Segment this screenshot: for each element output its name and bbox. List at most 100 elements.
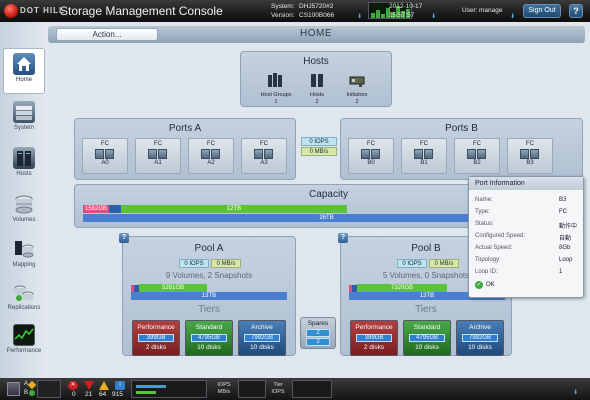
ports-a-panel[interactable]: Ports A FC A0 FC A1 FC A2 FC A3 <box>74 118 296 180</box>
port-name: A3 <box>260 160 268 166</box>
critical-count: 0 <box>72 391 76 398</box>
brand-logo: DOT HILL <box>20 6 65 15</box>
port-connector-icon <box>148 149 168 159</box>
pool-b-mbs: 0 MB/s <box>429 259 459 268</box>
ports-b-title: Ports B <box>445 123 478 134</box>
port-name: B1 <box>420 160 428 166</box>
pool-a-tier-archive[interactable]: Archive 7992GB 10 disks <box>238 320 286 356</box>
capacity-reserved-bar: 1582GB <box>83 205 109 213</box>
port-b3[interactable]: FC B3 <box>507 138 553 174</box>
sidebar-item-volumes[interactable]: Volumes <box>3 189 45 235</box>
warning-icon[interactable] <box>99 381 109 390</box>
port-connector-icon <box>201 149 221 159</box>
time-download-icon[interactable]: ⬇ <box>431 13 436 20</box>
status-bar: A B ✕ 0 21 64 i 915 IOPS MB/s Tier IOPS … <box>0 378 590 400</box>
port-connector-icon <box>95 149 115 159</box>
sidebar-item-system[interactable]: System <box>3 97 45 143</box>
critical-icon[interactable]: ✕ <box>68 381 78 390</box>
pool-a-help-icon[interactable]: ? <box>119 233 129 243</box>
tier-capacity: 399GB <box>356 334 392 342</box>
port-a3[interactable]: FC A3 <box>241 138 287 174</box>
action-button[interactable]: Action... <box>56 28 158 41</box>
pool-a-tier-performance[interactable]: Performance 399GB 2 disks <box>132 320 180 356</box>
mbs-label: MB/s <box>217 389 231 395</box>
status-download-icon[interactable]: ⬇ <box>573 389 578 396</box>
hosts-value: 2 <box>315 99 319 105</box>
port-type: FC <box>526 141 534 147</box>
ports-mbs: 0 MB/s <box>301 147 337 156</box>
pool-b-tier-archive[interactable]: Archive 7992GB 10 disks <box>456 320 504 356</box>
port-a1[interactable]: FC A1 <box>135 138 181 174</box>
help-button[interactable]: ? <box>569 4 583 18</box>
port-a2[interactable]: FC A2 <box>188 138 234 174</box>
sign-out-button[interactable]: Sign Out <box>523 4 561 18</box>
sidebar-item-label: System <box>13 125 34 131</box>
controller-a-warning-icon[interactable] <box>27 380 37 390</box>
pool-a-panel[interactable]: Pool A 0 IOPS 0 MB/s 9 Volumes, 2 Snapsh… <box>122 236 296 356</box>
port-info-status-ok: OK <box>486 282 495 288</box>
tier-iops-graph[interactable] <box>292 380 332 398</box>
port-info-label: Name: <box>475 197 493 203</box>
sidebar-item-replications[interactable]: Replications <box>3 277 45 323</box>
page-title: HOME <box>300 28 332 39</box>
version-label: Version: <box>271 12 295 19</box>
port-connector-icon <box>361 149 381 159</box>
port-a0[interactable]: FC A0 <box>82 138 128 174</box>
user-download-icon[interactable]: ⬇ <box>510 13 515 20</box>
port-info-value: FC <box>559 209 567 215</box>
port-type: FC <box>154 141 162 147</box>
hosts-panel[interactable]: Hosts Host Groups 1 Hosts 2 Initiators 2 <box>240 51 392 107</box>
spares-value-b: 2 <box>306 338 330 346</box>
port-connector-icon <box>414 149 434 159</box>
controller-b-ok-icon[interactable] <box>29 390 35 396</box>
system-download-icon[interactable]: ⬇ <box>357 13 362 20</box>
io-graph[interactable] <box>131 380 207 398</box>
user-value: manage <box>479 7 503 14</box>
port-b1[interactable]: FC B1 <box>401 138 447 174</box>
port-info-value: 動作中 <box>559 224 578 230</box>
warning-count: 64 <box>99 391 107 398</box>
system-icon <box>13 101 35 123</box>
port-name: B3 <box>526 160 534 166</box>
performance-icon <box>13 324 35 346</box>
enclosure-icon[interactable] <box>7 382 20 396</box>
sidebar-item-performance[interactable]: Performance <box>3 320 45 366</box>
spares-panel[interactable]: Spares 2 2 <box>300 317 336 349</box>
info-icon[interactable]: i <box>115 381 125 390</box>
port-name: A1 <box>154 160 162 166</box>
capacity-segment <box>109 205 121 213</box>
error-icon[interactable] <box>84 381 94 390</box>
port-name: A2 <box>207 160 215 166</box>
pool-b-tier-standard[interactable]: Standard 4795GB 10 disks <box>403 320 451 356</box>
sidebar-item-mapping[interactable]: Mapping <box>3 234 45 280</box>
pool-b-tier-performance[interactable]: Performance 399GB 2 disks <box>350 320 398 356</box>
sidebar-item-hosts[interactable]: Hosts <box>3 143 45 189</box>
port-type: FC <box>473 141 481 147</box>
port-connector-icon <box>467 149 487 159</box>
sidebar-item-home[interactable]: Home <box>3 48 45 94</box>
tier-disks: 10 disks <box>250 344 274 351</box>
tier-name: Standard <box>413 324 441 331</box>
date-text: 2012-10-17 <box>389 3 423 10</box>
version-value: CS100B066 <box>299 12 335 19</box>
tier-disks: 2 disks <box>363 344 385 351</box>
port-b0[interactable]: FC B0 <box>348 138 394 174</box>
pool-a-tier-standard[interactable]: Standard 4795GB 10 disks <box>185 320 233 356</box>
tier-disks: 10 disks <box>415 344 439 351</box>
port-info-value: Loop <box>559 257 573 263</box>
port-info-label: Type: <box>475 209 490 215</box>
system-value: DHJ5720#2 <box>299 3 334 10</box>
port-b2[interactable]: FC B2 <box>454 138 500 174</box>
info-count: 915 <box>112 391 123 398</box>
ports-b-panel[interactable]: Ports B FC B0 FC B1 FC B2 FC B3 <box>340 118 583 180</box>
system-label: System: <box>271 3 295 10</box>
tier-label: Tier <box>273 382 283 388</box>
port-info-label: Configured Speed: <box>475 233 526 239</box>
app-title: Storage Management Console <box>60 4 223 18</box>
spares-title: Spares <box>307 320 329 327</box>
tier-graph[interactable] <box>238 380 266 398</box>
port-info-title: Port Information <box>469 177 583 190</box>
hosts-icon <box>309 72 325 88</box>
pool-a-title: Pool A <box>194 243 224 254</box>
pool-b-help-icon[interactable]: ? <box>338 233 348 243</box>
